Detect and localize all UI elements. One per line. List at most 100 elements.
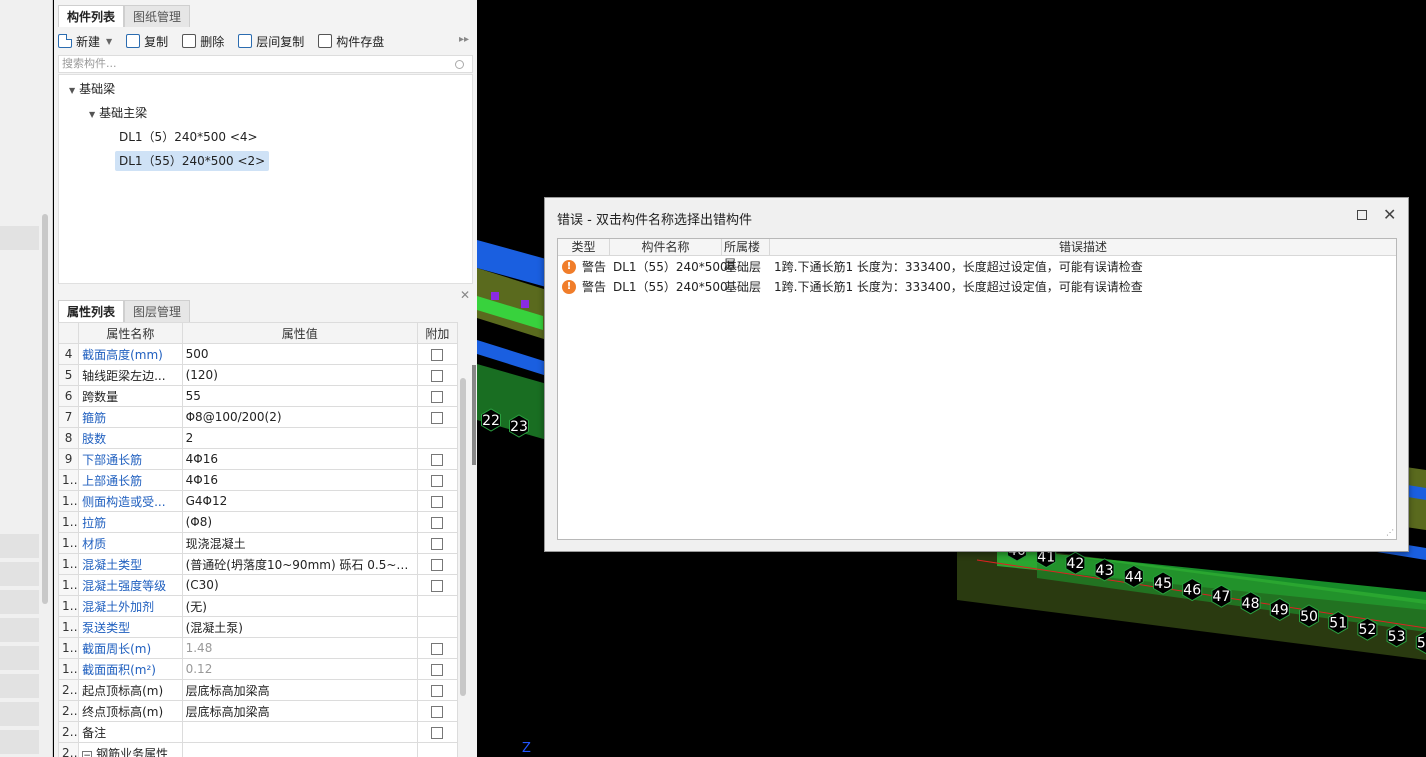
property-row[interactable]: 22 备注	[58, 721, 458, 743]
property-value[interactable]: 55	[181, 385, 418, 407]
search-input[interactable]: 搜索构件...	[58, 55, 473, 73]
property-row[interactable]: 6 跨数量 55	[58, 385, 458, 407]
property-row[interactable]: 16 混凝土外加剂 (无)	[58, 595, 458, 617]
property-value[interactable]: 4Φ16	[181, 469, 418, 491]
property-row[interactable]: 7 箍筋 Φ8@100/200(2)	[58, 406, 458, 428]
row-index: 16	[58, 595, 80, 617]
property-value[interactable]: (混凝土泵)	[181, 616, 418, 638]
search-icon[interactable]	[455, 60, 464, 69]
tab-layer-management[interactable]: 图层管理	[124, 300, 191, 322]
save-component-button[interactable]: 构件存盘	[318, 33, 384, 50]
property-row[interactable]: 5 轴线距梁左边... (120)	[58, 364, 458, 386]
property-value[interactable]	[181, 742, 418, 757]
property-value[interactable]: (Φ8)	[181, 511, 418, 533]
property-row[interactable]: 10 上部通长筋 4Φ16	[58, 469, 458, 491]
additional-checkbox[interactable]	[431, 558, 444, 571]
property-row[interactable]: 19 截面面积(m²) 0.12	[58, 658, 458, 680]
property-value[interactable]: (普通砼(坍落度10~90mm) 砾石 0.5~1....	[181, 553, 418, 575]
additional-checkbox[interactable]	[431, 453, 444, 466]
sidebar-row[interactable]	[0, 562, 39, 586]
floor-copy-button[interactable]: 层间复制	[238, 33, 304, 50]
sidebar-row[interactable]	[0, 618, 39, 642]
new-button[interactable]: 新建 ▼	[58, 33, 112, 50]
property-scrollbar[interactable]	[460, 378, 466, 696]
additional-checkbox[interactable]	[431, 684, 444, 697]
property-name-cell: 混凝土强度等级	[78, 574, 183, 596]
sidebar-row[interactable]	[0, 534, 39, 558]
property-row[interactable]: 23− 钢筋业务属性	[58, 742, 458, 757]
additional-checkbox[interactable]	[431, 663, 444, 676]
sidebar-row[interactable]	[0, 226, 39, 250]
additional-checkbox[interactable]	[431, 726, 444, 739]
additional-checkbox[interactable]	[431, 516, 444, 529]
tree-node-main-beam[interactable]: ▼ 基础主梁	[89, 103, 147, 123]
property-row[interactable]: 20 起点顶标高(m) 层底标高加梁高	[58, 679, 458, 701]
property-value[interactable]: (无)	[181, 595, 418, 617]
additional-checkbox[interactable]	[431, 390, 444, 403]
delete-button[interactable]: 删除	[182, 33, 224, 50]
property-name: 钢筋业务属性	[96, 746, 169, 757]
resize-grip-icon[interactable]: ⋰	[1386, 528, 1394, 537]
tree-node-foundation-beam[interactable]: ▼ 基础梁	[69, 79, 115, 99]
additional-checkbox[interactable]	[431, 474, 444, 487]
collapse-arrow-icon[interactable]: ▼	[89, 110, 95, 119]
property-value[interactable]: Φ8@100/200(2)	[181, 406, 418, 428]
error-row[interactable]: ! 警告 DL1（55）240*500 基础层 1跨.下通长筋1 长度为：333400，…	[558, 277, 1396, 297]
property-value[interactable]: G4Φ12	[181, 490, 418, 512]
property-value[interactable]: 层底标高加梁高	[181, 700, 418, 722]
property-row[interactable]: 9 下部通长筋 4Φ16	[58, 448, 458, 470]
property-row[interactable]: 13 材质 现浇混凝土	[58, 532, 458, 554]
collapse-arrow-icon[interactable]: ▼	[69, 86, 75, 95]
property-value[interactable]: (C30)	[181, 574, 418, 596]
tree-item[interactable]: DL1（5）240*500 <4>	[119, 127, 258, 147]
tab-component-list[interactable]: 构件列表	[58, 5, 125, 27]
tree-item-selected[interactable]: DL1（55）240*500 <2>	[115, 151, 270, 171]
additional-checkbox[interactable]	[431, 579, 444, 592]
property-row[interactable]: 17 泵送类型 (混凝土泵)	[58, 616, 458, 638]
sidebar-row[interactable]	[0, 730, 39, 754]
property-row[interactable]: 21 终点顶标高(m) 层底标高加梁高	[58, 700, 458, 722]
error-component-name[interactable]: DL1（55）240*500	[613, 257, 728, 277]
tab-property-list[interactable]: 属性列表	[58, 300, 125, 322]
close-icon[interactable]: ✕	[460, 288, 470, 302]
sidebar-row[interactable]	[0, 646, 39, 670]
additional-checkbox[interactable]	[431, 537, 444, 550]
additional-checkbox[interactable]	[431, 411, 444, 424]
sidebar-row[interactable]	[0, 674, 39, 698]
property-row[interactable]: 11 侧面构造或受... G4Φ12	[58, 490, 458, 512]
property-row[interactable]: 18 截面周长(m) 1.48	[58, 637, 458, 659]
property-value[interactable]: 2	[181, 427, 418, 449]
property-value[interactable]: 层底标高加梁高	[181, 679, 418, 701]
collapse-icon[interactable]: −	[82, 750, 93, 757]
more-tools-icon[interactable]: ▸▸	[459, 34, 469, 45]
error-row[interactable]: ! 警告 DL1（55）240*500 基础层 1跨.下通长筋1 长度为：333400，…	[558, 257, 1396, 277]
additional-checkbox[interactable]	[431, 369, 444, 382]
property-value[interactable]: 1.48	[181, 637, 418, 659]
sidebar-scrollbar[interactable]	[42, 214, 48, 604]
property-row[interactable]: 4 截面高度(mm) 500	[58, 343, 458, 365]
chevron-down-icon[interactable]: ▼	[106, 37, 112, 46]
property-row[interactable]: 12 拉筋 (Φ8)	[58, 511, 458, 533]
sidebar-row[interactable]	[0, 590, 39, 614]
additional-checkbox[interactable]	[431, 705, 444, 718]
property-row[interactable]: 8 肢数 2	[58, 427, 458, 449]
sidebar-row[interactable]	[0, 702, 39, 726]
property-value[interactable]: 0.12	[181, 658, 418, 680]
maximize-icon[interactable]	[1357, 210, 1367, 220]
error-component-name[interactable]: DL1（55）240*500	[613, 277, 728, 297]
node-label: 49	[1269, 597, 1290, 621]
copy-button[interactable]: 复制	[126, 33, 168, 50]
property-value[interactable]	[181, 721, 418, 743]
property-row[interactable]: 15 混凝土强度等级 (C30)	[58, 574, 458, 596]
splitter-handle[interactable]	[472, 365, 476, 465]
tab-drawing-management[interactable]: 图纸管理	[124, 5, 191, 27]
property-value[interactable]: 4Φ16	[181, 448, 418, 470]
property-value[interactable]: (120)	[181, 364, 418, 386]
property-row[interactable]: 14 混凝土类型 (普通砼(坍落度10~90mm) 砾石 0.5~1....	[58, 553, 458, 575]
property-value[interactable]: 现浇混凝土	[181, 532, 418, 554]
close-icon[interactable]: ✕	[1383, 205, 1396, 224]
additional-checkbox[interactable]	[431, 495, 444, 508]
additional-checkbox[interactable]	[431, 642, 444, 655]
additional-checkbox[interactable]	[431, 348, 444, 361]
property-value[interactable]: 500	[181, 343, 418, 365]
